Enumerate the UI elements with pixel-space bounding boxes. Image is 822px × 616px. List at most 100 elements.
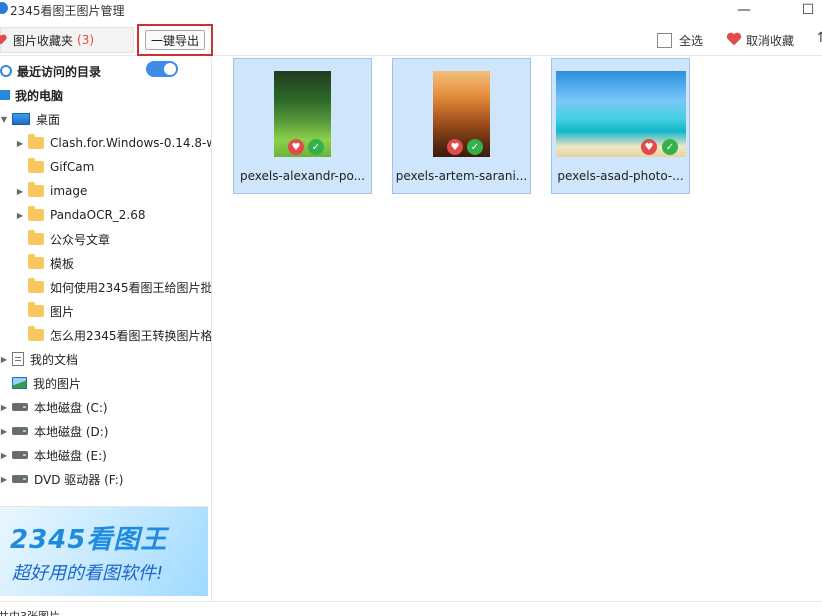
sidebar-item-folder[interactable]: 怎么用2345看图王转换图片格式 xyxy=(16,324,212,346)
sidebar-item-my-documents[interactable]: ▶ 我的文档 xyxy=(0,348,78,370)
folder-label: 如何使用2345看图王给图片批注 xyxy=(50,280,212,295)
folder-label: GifCam xyxy=(50,160,95,174)
expand-right-icon[interactable]: ▶ xyxy=(0,427,8,436)
promo-banner[interactable]: 2345看图王 超好用的看图软件! xyxy=(0,506,208,596)
heart-icon xyxy=(0,34,7,48)
folder-label: 图片 xyxy=(50,304,75,319)
folder-label: Clash.for.Windows-0.14.8-w xyxy=(50,136,212,150)
drive-label: 本地磁盘 (E:) xyxy=(34,448,107,463)
favorite-heart-icon[interactable]: ♥ xyxy=(447,139,463,155)
select-all-label: 全选 xyxy=(679,34,704,48)
selected-check-icon[interactable]: ✓ xyxy=(308,139,324,155)
expand-right-icon[interactable]: ▶ xyxy=(0,475,8,484)
favorites-tab[interactable]: 图片收藏夹 (3) xyxy=(0,27,134,53)
folder-icon xyxy=(28,134,44,149)
expand-right-icon[interactable]: ▶ xyxy=(0,451,8,460)
picture-icon xyxy=(12,377,27,389)
expand-right-icon[interactable]: ▶ xyxy=(16,139,24,148)
thumbnail-filename: pexels-artem-sarani... xyxy=(395,169,528,183)
unfavorite-button[interactable]: 取消收藏 xyxy=(726,32,794,49)
sidebar-item-my-computer[interactable]: 我的电脑 xyxy=(0,84,63,106)
image-thumbnail[interactable]: ♥ ✓ pexels-artem-sarani... xyxy=(392,58,531,194)
sidebar-item-desktop[interactable]: ▼ 桌面 xyxy=(0,108,60,130)
folder-label: PandaOCR_2.68 xyxy=(50,208,146,222)
expand-right-icon[interactable]: ▶ xyxy=(0,355,8,364)
recent-toggle-switch[interactable] xyxy=(146,61,178,77)
my-documents-label: 我的文档 xyxy=(30,352,79,367)
thumbnail-filename: pexels-asad-photo-... xyxy=(557,169,684,183)
favorites-count: (3) xyxy=(77,33,95,47)
desktop-icon xyxy=(12,113,30,125)
expand-right-icon[interactable]: ▶ xyxy=(16,187,24,196)
overflow-icon[interactable]: ↑ xyxy=(815,30,822,46)
selected-check-icon[interactable]: ✓ xyxy=(467,139,483,155)
sidebar-item-folder[interactable]: 如何使用2345看图王给图片批注 xyxy=(16,276,212,298)
folder-icon xyxy=(28,326,44,341)
banner-slogan: 超好用的看图软件! xyxy=(12,563,164,584)
sidebar-item-folder[interactable]: GifCam xyxy=(16,156,94,178)
computer-icon xyxy=(0,90,10,100)
selected-check-icon[interactable]: ✓ xyxy=(662,139,678,155)
image-thumbnail[interactable]: ♥ ✓ pexels-alexandr-po... xyxy=(233,58,372,194)
sidebar-item-drive[interactable]: ▶ 本地磁盘 (D:) xyxy=(0,420,109,442)
select-all-control[interactable]: 全选 xyxy=(657,32,703,49)
app-logo-icon xyxy=(0,2,8,14)
title-bar: 2345看图王图片管理 — ☐ xyxy=(0,0,822,20)
my-pictures-label: 我的图片 xyxy=(33,376,82,391)
sidebar-item-folder[interactable]: 模板 xyxy=(16,252,74,274)
sidebar-item-my-pictures[interactable]: 我的图片 xyxy=(0,372,81,394)
one-click-export-button[interactable]: 一键导出 xyxy=(145,30,205,50)
minimize-button[interactable]: — xyxy=(732,0,756,20)
folder-label: 怎么用2345看图王转换图片格式 xyxy=(50,328,212,343)
disk-drive-icon xyxy=(12,451,28,459)
folder-icon xyxy=(28,302,44,317)
drive-label: DVD 驱动器 (F:) xyxy=(34,472,124,487)
expand-right-icon[interactable]: ▶ xyxy=(16,211,24,220)
maximize-button[interactable]: ☐ xyxy=(796,0,820,20)
thumbnail-filename: pexels-alexandr-po... xyxy=(239,169,366,183)
folder-icon xyxy=(28,278,44,293)
dvd-drive-icon xyxy=(12,475,28,483)
image-thumbnail[interactable]: ♥ ✓ pexels-asad-photo-... xyxy=(551,58,690,194)
favorites-label: 图片收藏夹 xyxy=(13,33,74,48)
folder-label: 模板 xyxy=(50,256,75,271)
sidebar-item-drive[interactable]: ▶ 本地磁盘 (C:) xyxy=(0,396,108,418)
favorite-heart-icon[interactable]: ♥ xyxy=(288,139,304,155)
sidebar-item-folder[interactable]: 图片 xyxy=(16,300,74,322)
unfavorite-label: 取消收藏 xyxy=(746,34,795,48)
status-text: 共中3张图片 xyxy=(0,608,60,616)
expand-down-icon[interactable]: ▼ xyxy=(0,115,8,124)
toolbar: 图片收藏夹 (3) 一键导出 全选 取消收藏 ↑ xyxy=(0,24,822,56)
recent-label: 最近访问的目录 xyxy=(17,64,102,79)
sidebar-item-folder[interactable]: ▶ image xyxy=(16,180,87,202)
sidebar-item-drive[interactable]: ▶ DVD 驱动器 (F:) xyxy=(0,468,124,490)
recent-icon xyxy=(0,65,12,77)
sidebar: 最近访问的目录 我的电脑 ▼ 桌面 ▶ Clash.for.Windows-0.… xyxy=(0,57,212,601)
favorite-heart-icon[interactable]: ♥ xyxy=(641,139,657,155)
export-highlight-box: 一键导出 xyxy=(137,24,213,56)
sidebar-item-folder[interactable]: ▶ Clash.for.Windows-0.14.8-w xyxy=(16,132,212,154)
folder-label: 公众号文章 xyxy=(50,232,111,247)
expand-right-icon[interactable]: ▶ xyxy=(0,403,8,412)
my-computer-label: 我的电脑 xyxy=(15,88,64,103)
folder-label: image xyxy=(50,184,88,198)
sidebar-item-recent[interactable]: 最近访问的目录 xyxy=(0,60,101,82)
desktop-label: 桌面 xyxy=(36,112,61,127)
sidebar-item-drive[interactable]: ▶ 本地磁盘 (E:) xyxy=(0,444,107,466)
folder-icon xyxy=(28,254,44,269)
folder-icon xyxy=(28,230,44,245)
document-icon xyxy=(12,352,24,366)
disk-drive-icon xyxy=(12,403,28,411)
banner-brand: 2345看图王 xyxy=(10,525,168,555)
window-title: 2345看图王图片管理 xyxy=(10,4,125,18)
folder-icon xyxy=(28,206,44,221)
status-bar: 共中3张图片 xyxy=(0,601,822,616)
folder-icon xyxy=(28,182,44,197)
heart-icon xyxy=(726,32,742,49)
sidebar-item-folder[interactable]: 公众号文章 xyxy=(16,228,110,250)
drive-label: 本地磁盘 (C:) xyxy=(34,400,108,415)
sidebar-item-folder[interactable]: ▶ PandaOCR_2.68 xyxy=(16,204,146,226)
folder-icon xyxy=(28,158,44,173)
disk-drive-icon xyxy=(12,427,28,435)
select-all-checkbox[interactable] xyxy=(657,33,672,48)
